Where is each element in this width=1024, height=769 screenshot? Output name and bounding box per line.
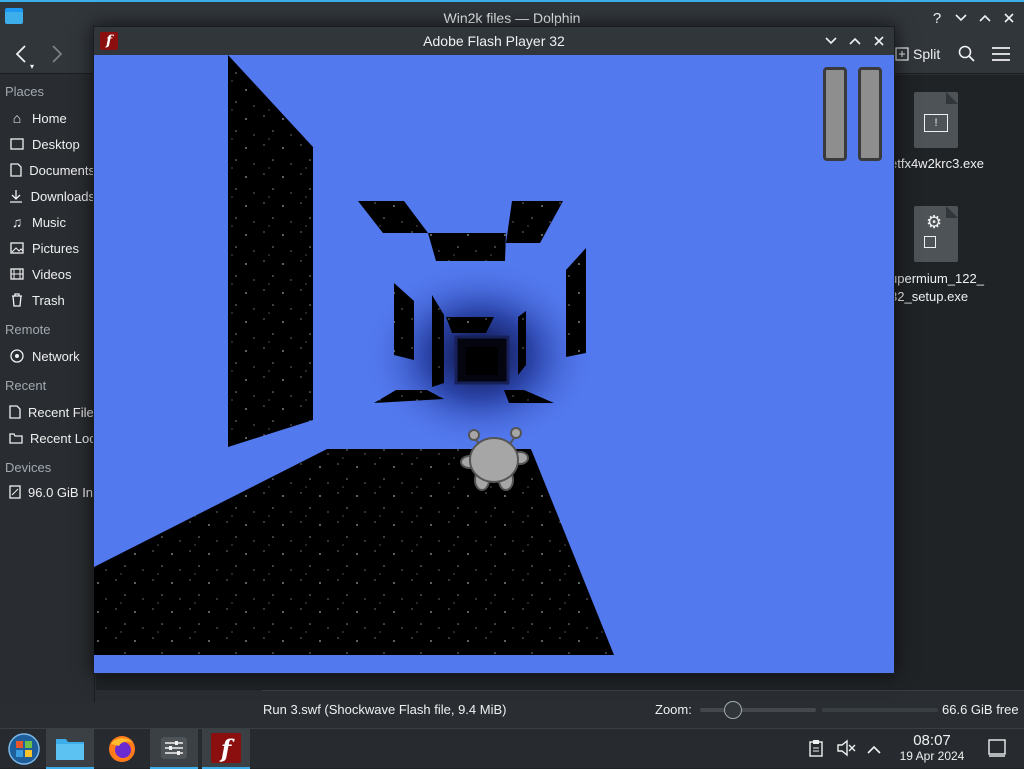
- tunnel-ceiling-panel: [428, 233, 506, 261]
- maximize-button[interactable]: [974, 7, 996, 29]
- file-name: upermium_122_ 32_setup.exe: [890, 271, 984, 304]
- taskbar-firefox[interactable]: [98, 729, 146, 769]
- search-icon[interactable]: [958, 45, 976, 68]
- sidebar-item-documents[interactable]: Documents: [0, 157, 95, 183]
- sidebar-item-home[interactable]: ⌂ Home: [0, 105, 95, 131]
- taskbar-flash-player[interactable]: f: [202, 729, 250, 769]
- pictures-icon: [9, 240, 25, 256]
- zoom-slider[interactable]: [700, 708, 816, 712]
- sidebar-item-recent-locations[interactable]: Recent Locations: [0, 425, 95, 451]
- status-selection-text: Run 3.swf (Shockwave Flash file, 9.4 MiB…: [263, 702, 507, 717]
- forward-icon[interactable]: [50, 44, 64, 69]
- flash-titlebar[interactable]: f Adobe Flash Player 32: [94, 27, 894, 55]
- sidebar-item-trash[interactable]: Trash: [0, 287, 95, 313]
- documents-icon: [9, 162, 22, 178]
- sidebar-item-downloads[interactable]: Downloads: [0, 183, 95, 209]
- settings-sliders-icon: [161, 737, 187, 759]
- exe-file-icon: !: [914, 92, 958, 148]
- tunnel-wall-far: [518, 311, 526, 375]
- sidebar-item-desktop[interactable]: Desktop: [0, 131, 95, 157]
- taskbar-dolphin[interactable]: [46, 729, 94, 769]
- show-desktop-icon[interactable]: [988, 739, 1006, 762]
- places-panel: Places ⌂ Home Desktop Documents Downloads…: [0, 75, 95, 703]
- free-space-bar: [822, 708, 938, 712]
- help-icon[interactable]: ?: [926, 7, 948, 29]
- free-space-text: 66.6 GiB free: [942, 702, 1019, 717]
- sidebar-item-internal-drive[interactable]: 96.0 GiB Internal Drive: [0, 479, 95, 505]
- flash-minimize-button[interactable]: [820, 30, 842, 52]
- split-button[interactable]: Split: [913, 46, 940, 62]
- status-bar: Run 3.swf (Shockwave Flash file, 9.4 MiB…: [262, 697, 1024, 721]
- recent-locations-icon: [9, 430, 23, 446]
- zoom-slider-handle[interactable]: [724, 701, 742, 719]
- hamburger-menu-icon[interactable]: [992, 47, 1010, 66]
- back-dropdown-icon[interactable]: ▾: [30, 62, 34, 71]
- split-icon: [895, 47, 909, 66]
- file-name: etfx4w2krc3.exe: [890, 156, 984, 171]
- clock-time: 08:07: [913, 732, 951, 749]
- recent-section-header: Recent: [5, 378, 47, 393]
- network-icon: [9, 348, 25, 364]
- minimize-button[interactable]: [950, 7, 972, 29]
- recent-files-icon: [9, 404, 21, 420]
- pause-bar-right: [858, 67, 882, 161]
- clock[interactable]: 08:07 19 Apr 2024: [890, 732, 974, 763]
- file-item[interactable]: ! etfx4w2krc3.exe: [890, 92, 1024, 171]
- dolphin-window-title: Win2k files — Dolphin: [443, 10, 581, 26]
- clipboard-icon[interactable]: [808, 739, 824, 762]
- sidebar-item-videos[interactable]: Videos: [0, 261, 95, 287]
- sidebar-item-recent-files[interactable]: Recent Files: [0, 399, 95, 425]
- setup-exe-icon: ⚙: [914, 206, 958, 262]
- file-item[interactable]: ⚙ upermium_122_ 32_setup.exe: [890, 206, 1024, 306]
- downloads-icon: [9, 188, 24, 204]
- flash-window-title: Adobe Flash Player 32: [423, 33, 565, 49]
- clock-date: 19 Apr 2024: [899, 749, 965, 763]
- zoom-label: Zoom:: [655, 702, 692, 717]
- videos-icon: [9, 266, 25, 282]
- desktop-icon: [9, 136, 25, 152]
- flash-player-window: f Adobe Flash Player 32: [93, 26, 895, 674]
- music-icon: ♫: [11, 214, 23, 230]
- remote-section-header: Remote: [5, 322, 51, 337]
- home-icon: ⌂: [12, 110, 22, 126]
- sidebar-item-network[interactable]: Network: [0, 343, 95, 369]
- flash-maximize-button[interactable]: [844, 30, 866, 52]
- firefox-icon: [109, 736, 135, 762]
- game-scene: [94, 55, 894, 673]
- trash-icon: [9, 292, 25, 308]
- game-canvas[interactable]: [94, 55, 894, 673]
- flash-close-button[interactable]: [868, 30, 890, 52]
- volume-muted-icon[interactable]: [836, 739, 856, 762]
- tunnel-ceiling-far: [446, 317, 494, 333]
- back-icon[interactable]: [14, 44, 28, 69]
- sidebar-item-pictures[interactable]: Pictures: [0, 235, 95, 261]
- places-section-header: Places: [5, 84, 45, 99]
- pause-button[interactable]: [823, 67, 883, 163]
- close-button[interactable]: [998, 7, 1020, 29]
- sidebar-item-music[interactable]: ♫ Music: [0, 209, 95, 235]
- folder-icon: [56, 739, 84, 760]
- pause-bar-left: [823, 67, 847, 161]
- devices-section-header: Devices: [5, 460, 52, 475]
- drive-icon: [9, 484, 21, 500]
- flash-player-icon: f: [211, 733, 241, 763]
- taskbar: f 08:07 19 Apr 2024: [0, 728, 1024, 769]
- start-orb-icon: [8, 733, 40, 765]
- start-menu-button[interactable]: [0, 729, 48, 769]
- system-tray-expand-icon[interactable]: [867, 742, 881, 760]
- taskbar-system-settings[interactable]: [150, 729, 198, 769]
